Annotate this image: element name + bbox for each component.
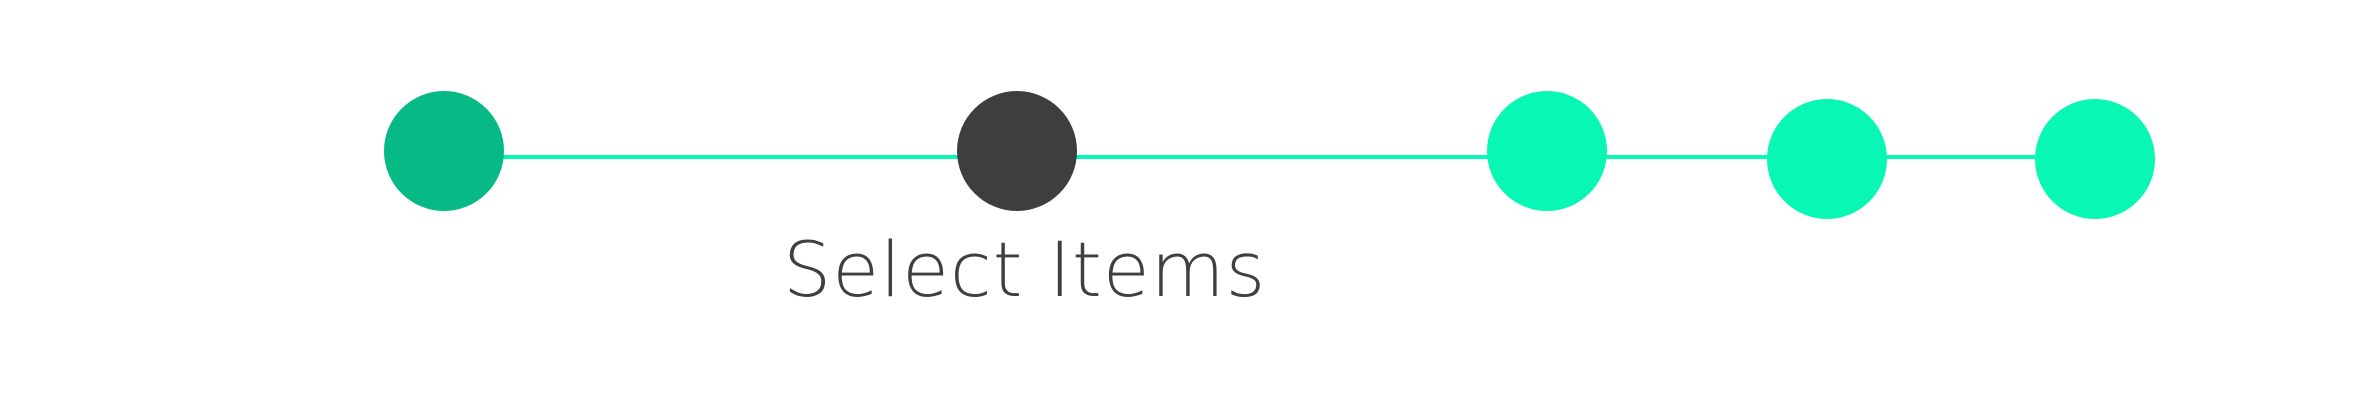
progress-stepper: Select Items	[0, 0, 2372, 407]
step-2-current[interactable]	[957, 91, 1077, 211]
step-4[interactable]	[1767, 99, 1887, 219]
current-step-label: Select Items	[783, 225, 1267, 314]
step-3[interactable]	[1487, 91, 1607, 211]
step-1-completed[interactable]	[384, 91, 504, 211]
step-5[interactable]	[2035, 99, 2155, 219]
